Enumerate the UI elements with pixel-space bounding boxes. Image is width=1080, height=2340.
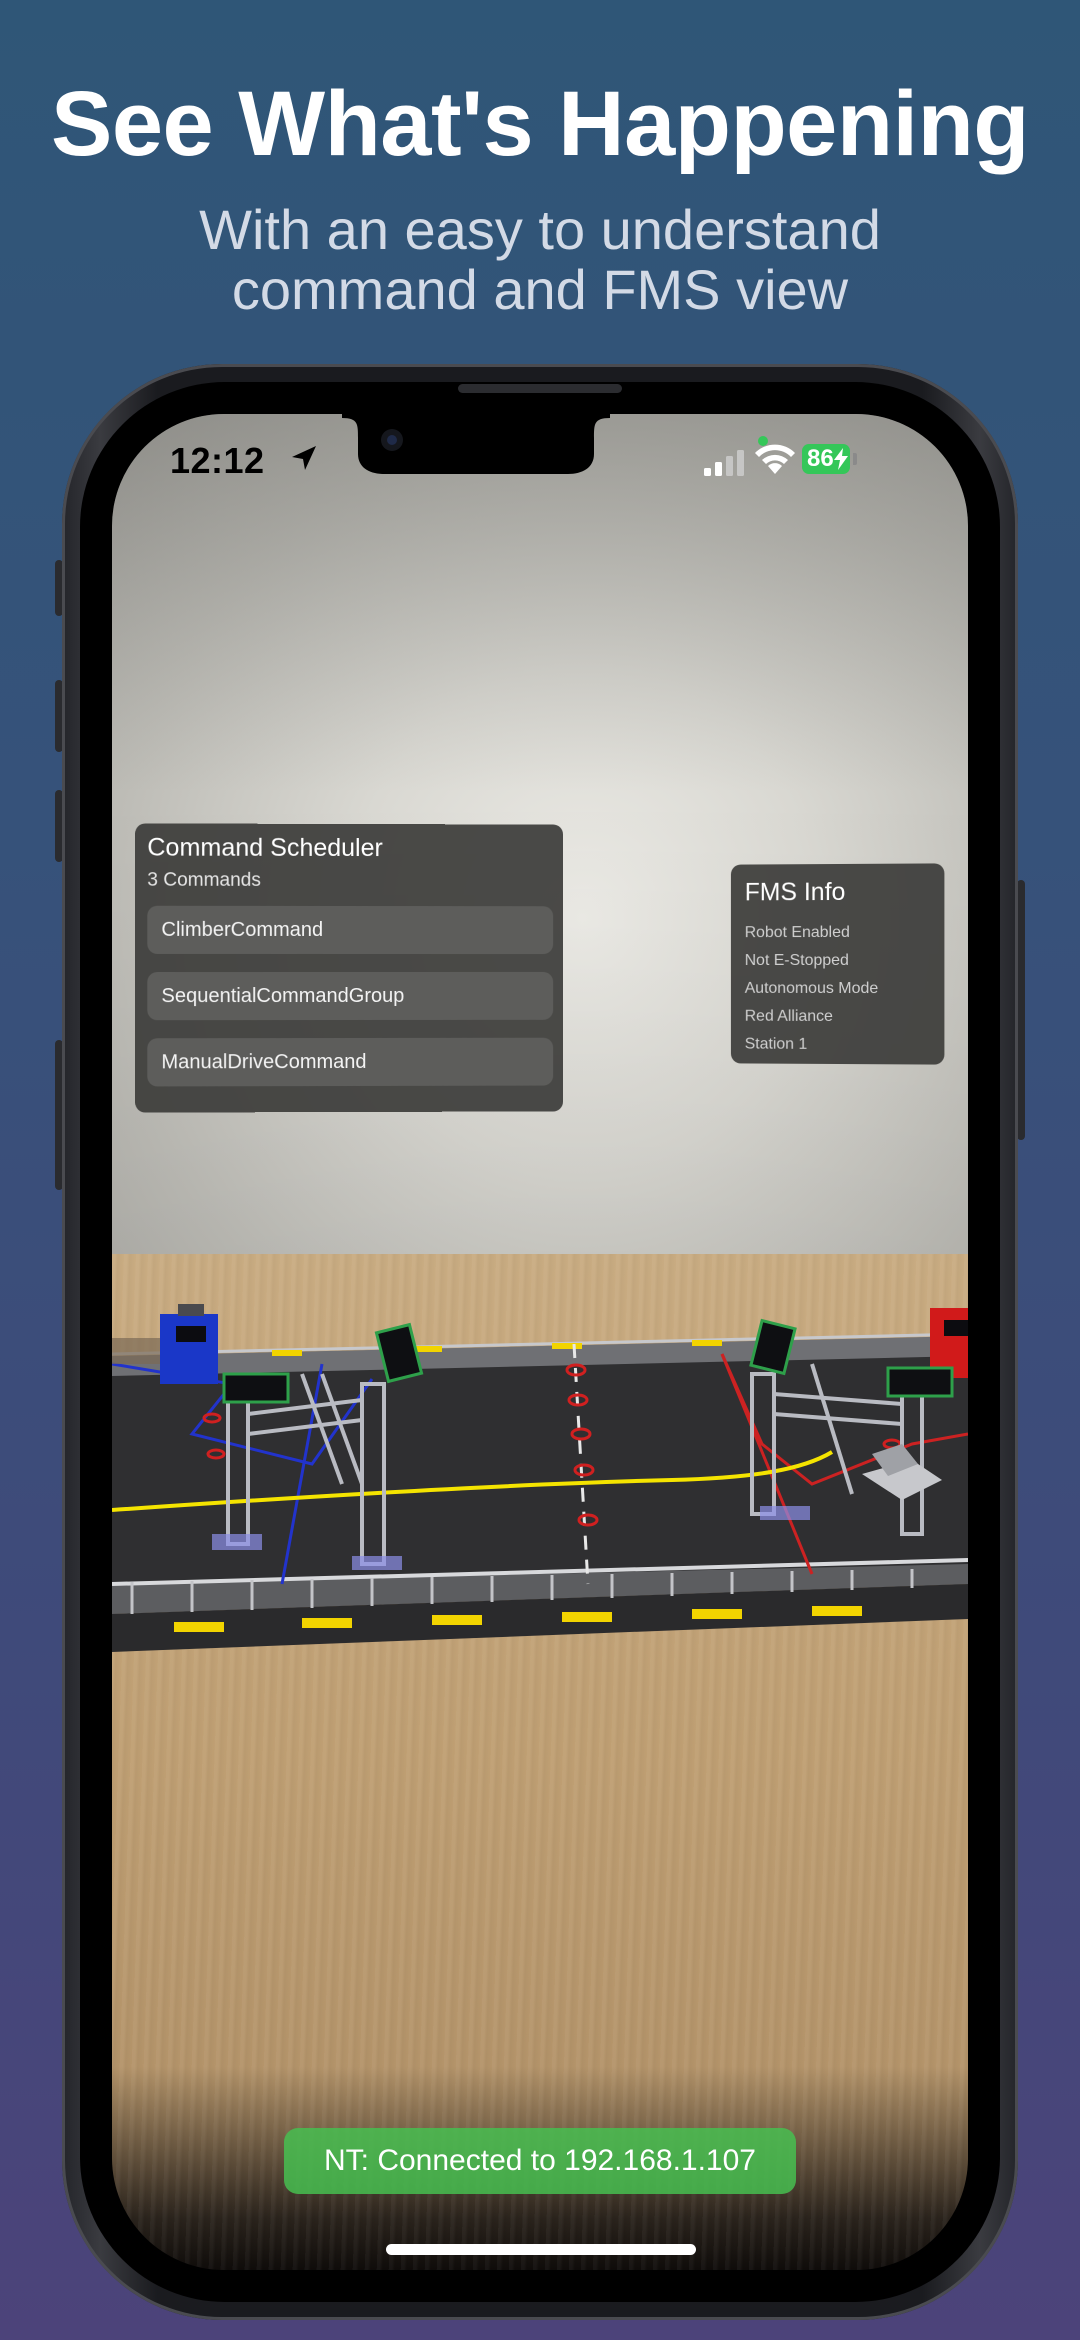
left-hub-base-2 xyxy=(352,1556,402,1570)
blue-driver-station-screen xyxy=(176,1326,206,1342)
command-row-manual-drive[interactable]: ManualDriveCommand xyxy=(147,1037,554,1087)
left-scoreboard xyxy=(222,1372,290,1404)
ar-field-model[interactable] xyxy=(112,1284,968,1744)
right-scoreboard xyxy=(886,1366,954,1398)
promo-subline-line-1: With an easy to understand xyxy=(199,198,881,261)
battery-cap xyxy=(853,453,857,465)
red-driver-station-screen xyxy=(944,1320,968,1336)
right-hub-base xyxy=(760,1506,810,1520)
fms-info-panel: FMS Info Robot Enabled Not E-Stopped Aut… xyxy=(730,863,945,1065)
promo-headline: See What's Happening xyxy=(50,73,1030,175)
command-row-climber[interactable]: ClimberCommand xyxy=(147,905,554,955)
blue-fence xyxy=(112,1338,160,1364)
promo-subline-line-2: command and FMS view xyxy=(231,258,849,321)
fms-station: Station 1 xyxy=(744,1035,808,1053)
fms-mode: Autonomous Mode xyxy=(744,979,879,998)
command-row-sequential-group[interactable]: SequentialCommandGroup xyxy=(147,971,554,1021)
phone-screen: Command Scheduler 3 Commands ClimberComm… xyxy=(112,414,968,2270)
promo-subline: With an easy to understand command and F… xyxy=(0,200,1080,320)
fms-robot-enabled: Robot Enabled xyxy=(744,923,850,942)
charging-bolt-icon xyxy=(834,448,848,470)
command-scheduler-title: Command Scheduler xyxy=(147,833,383,863)
status-time: 12:12 xyxy=(170,440,265,481)
blue-driver-station xyxy=(160,1314,218,1384)
wifi-icon xyxy=(755,444,795,474)
fms-info-title: FMS Info xyxy=(744,877,846,907)
left-hub-base xyxy=(212,1534,262,1550)
fms-alliance: Red Alliance xyxy=(744,1007,833,1025)
dynamic-island-notch xyxy=(342,414,610,474)
command-count: 3 Commands xyxy=(147,869,261,891)
command-scheduler-panel: Command Scheduler 3 Commands ClimberComm… xyxy=(135,823,564,1113)
earpiece-speaker xyxy=(458,384,622,393)
battery-level: 86 xyxy=(807,445,834,472)
network-tables-status-toast: NT: Connected to 192.168.1.107 xyxy=(284,2128,796,2194)
location-arrow-icon xyxy=(292,446,316,470)
phone-power-button xyxy=(1017,880,1025,1140)
home-indicator[interactable] xyxy=(386,2244,696,2255)
fms-estop-status: Not E-Stopped xyxy=(744,951,849,970)
blue-station-camera xyxy=(178,1304,204,1316)
cellular-signal-icon xyxy=(704,450,744,476)
